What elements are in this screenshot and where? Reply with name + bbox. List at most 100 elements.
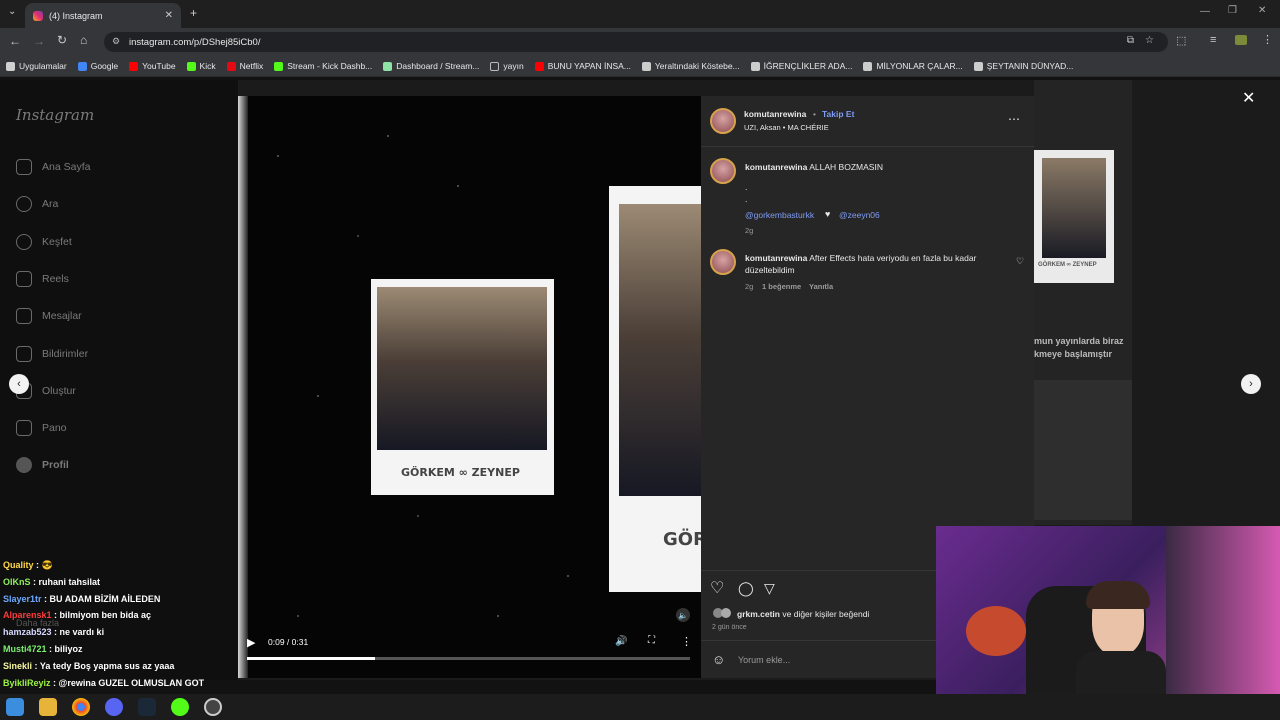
forward-icon[interactable]: →: [33, 34, 45, 48]
sidebar-item-home[interactable]: Ana Sayfa: [16, 159, 90, 175]
bookmark-item[interactable]: YouTube: [129, 61, 176, 71]
bookmark-favicon-icon: [973, 61, 983, 71]
bookmark-item[interactable]: BUNU YAPAN İNSA...: [534, 61, 631, 71]
follow-button[interactable]: Takip Et: [822, 109, 854, 119]
comment-icon[interactable]: ◯: [738, 580, 754, 597]
reels-icon: [16, 270, 32, 287]
extensions-icon[interactable]: ⬚: [1176, 34, 1186, 47]
caption-avatar[interactable]: [710, 158, 736, 184]
bookmark-favicon-icon: [383, 61, 393, 71]
bookmark-item[interactable]: ŞEYTANIN DÜNYAD...: [973, 61, 1073, 71]
kick-icon[interactable]: [171, 698, 189, 716]
volume-icon[interactable]: 🔊: [615, 636, 627, 647]
discord-icon[interactable]: [105, 698, 123, 716]
bookmark-item[interactable]: Yeraltındaki Köstebe...: [641, 61, 740, 71]
video-time: 0:09 / 0:31: [268, 637, 309, 647]
chat-username: Musti4721: [3, 644, 47, 654]
instagram-logo[interactable]: Instagram: [16, 106, 94, 124]
sidebar-item-label: Ara: [42, 198, 59, 211]
bookmark-item[interactable]: Google: [77, 61, 118, 71]
caption-username[interactable]: komutanrewina: [745, 162, 807, 172]
reply-button[interactable]: Yanıtla: [809, 282, 833, 291]
sidebar-item-messenger[interactable]: Mesajlar: [16, 308, 82, 325]
windows-start-icon[interactable]: [6, 698, 24, 716]
close-modal-icon[interactable]: ✕: [1242, 88, 1255, 108]
back-icon[interactable]: ←: [9, 34, 21, 48]
home-icon[interactable]: ⌂: [80, 33, 87, 47]
chat-username: Slayer1tr: [3, 593, 42, 604]
mention-link-1[interactable]: @gorkembasturkk: [745, 210, 814, 220]
media-control-icon[interactable]: ≡: [1210, 34, 1216, 46]
bookmark-favicon-icon: [641, 61, 651, 71]
bookmark-favicon-icon: [534, 61, 544, 71]
video-more-icon[interactable]: ⋮: [681, 635, 692, 648]
mute-toggle-icon[interactable]: 🔈: [676, 608, 690, 622]
bookmark-item[interactable]: Dashboard / Stream...: [383, 61, 479, 71]
video-progress-bar[interactable]: [247, 657, 690, 660]
comment-like-icon[interactable]: ♡: [1016, 256, 1024, 267]
comment-username[interactable]: komutanrewina: [745, 253, 807, 263]
heart-icon: [16, 345, 32, 362]
tab-search-chevron-icon[interactable]: ⌄: [8, 6, 16, 17]
tab-close-icon[interactable]: ✕: [165, 10, 173, 21]
author-avatar[interactable]: [710, 108, 736, 134]
bookmark-item[interactable]: Stream - Kick Dashb...: [274, 61, 372, 71]
sidebar-item-label: Reels: [42, 272, 69, 285]
browser-tab[interactable]: (4) Instagram ✕: [25, 3, 181, 28]
liked-by-user[interactable]: grkm.cetin: [737, 609, 780, 619]
mention-link-2[interactable]: @zeeyn06: [839, 210, 880, 220]
site-info-icon[interactable]: ⚙: [112, 36, 120, 47]
profile-avatar[interactable]: [1235, 35, 1247, 45]
file-explorer-icon[interactable]: [39, 698, 57, 716]
reload-icon[interactable]: ↻: [57, 33, 67, 47]
sidebar-item-search[interactable]: Ara: [16, 196, 59, 213]
minimize-icon[interactable]: —: [1200, 6, 1210, 17]
bookmark-item[interactable]: MİLYONLAR ÇALAR...: [863, 61, 963, 71]
liked-by-rest[interactable]: ve diğer kişiler beğendi: [782, 609, 869, 619]
sidebar-item-dashboard[interactable]: Pano: [16, 420, 67, 437]
play-icon[interactable]: ▶: [247, 636, 255, 649]
couple-photo: [377, 287, 547, 450]
bookmark-item[interactable]: İĞRENÇLİKLER ADA...: [750, 61, 853, 71]
divider: [701, 146, 1034, 147]
post-options-icon[interactable]: ⋯: [1008, 112, 1020, 126]
bookmark-item[interactable]: yayın: [490, 61, 524, 71]
comment-avatar[interactable]: [710, 249, 736, 275]
like-icon[interactable]: ♡: [710, 578, 724, 598]
audio-info[interactable]: UZI, Aksan • MA CHÉRIE: [744, 123, 829, 132]
messenger-icon: [16, 308, 32, 325]
sidebar-item-heart[interactable]: Bildirimler: [16, 345, 89, 362]
video-player[interactable]: GÖRKEM ∞ ZEYNEP GÖR 🔈 ▶ 0:09 / 0:31 🔊 ⛶ …: [238, 96, 701, 678]
bookmark-favicon-icon: [226, 61, 236, 71]
maximize-icon[interactable]: ❐: [1228, 5, 1237, 16]
sidebar-item-label: Bildirimler: [42, 347, 89, 360]
bookmark-item[interactable]: Kick: [186, 61, 216, 71]
obs-icon[interactable]: [204, 698, 222, 716]
close-window-icon[interactable]: ✕: [1258, 5, 1266, 16]
search-icon: [16, 196, 32, 213]
emoji-picker-icon[interactable]: ☺: [712, 652, 725, 667]
bookmark-label: Kick: [199, 61, 216, 71]
author-username[interactable]: komutanrewina: [744, 109, 806, 119]
sidebar-item-compass[interactable]: Keşfet: [16, 233, 72, 250]
comment-likes[interactable]: 1 beğenme: [762, 282, 801, 291]
chrome-icon[interactable]: [72, 698, 90, 716]
prev-post-button[interactable]: ‹: [9, 374, 29, 394]
bookmark-item[interactable]: Uygulamalar: [6, 61, 67, 71]
share-icon[interactable]: ▽: [764, 580, 775, 597]
menu-kebab-icon[interactable]: ⋮: [1262, 33, 1273, 46]
chat-message: Sinekli : Ya tedy Boş yapma sus az yaaa: [3, 661, 174, 671]
sidebar-item-reels[interactable]: Reels: [16, 270, 69, 287]
next-post-button[interactable]: ›: [1241, 374, 1261, 394]
bookmark-item[interactable]: Netflix: [226, 61, 263, 71]
comment-input[interactable]: Yorum ekle...: [738, 655, 790, 665]
fullscreen-icon[interactable]: ⛶: [648, 635, 655, 646]
bookmark-star-icon[interactable]: ☆: [1145, 35, 1154, 46]
steam-icon[interactable]: [138, 698, 156, 716]
sidebar-item-avatar[interactable]: Profil: [16, 457, 69, 474]
new-tab-icon[interactable]: +: [190, 6, 197, 20]
bookmark-label: İĞRENÇLİKLER ADA...: [763, 61, 853, 71]
sidebar-item-label: Mesajlar: [42, 310, 82, 323]
address-bar[interactable]: ⚙ instagram.com/p/DShej85iCb0/ ⧉ ☆: [104, 32, 1168, 52]
install-app-icon[interactable]: ⧉: [1127, 35, 1134, 46]
